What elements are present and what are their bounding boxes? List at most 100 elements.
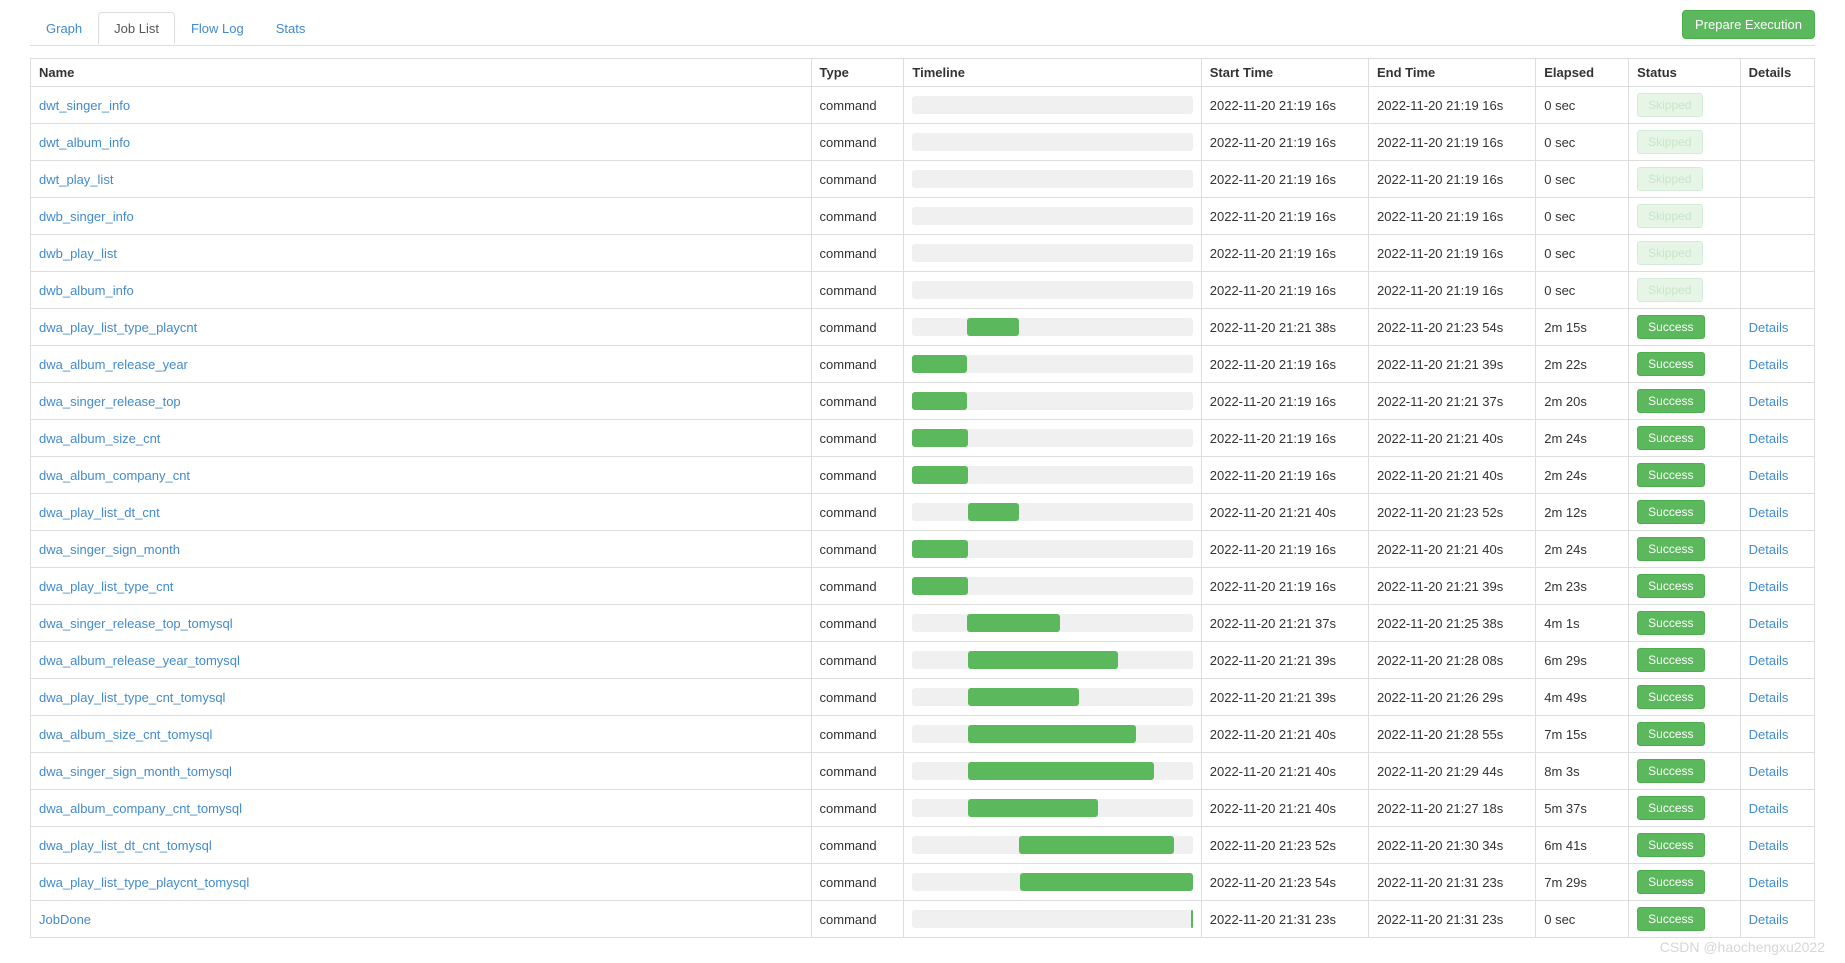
status-badge: Success xyxy=(1637,315,1704,339)
job-type: command xyxy=(811,420,904,457)
details-link[interactable]: Details xyxy=(1749,912,1789,927)
job-status-cell: Skipped xyxy=(1629,235,1740,272)
job-name-link[interactable]: dwa_singer_sign_month_tomysql xyxy=(39,764,232,779)
job-type: command xyxy=(811,716,904,753)
job-start-time: 2022-11-20 21:23 54s xyxy=(1201,864,1368,901)
table-row: dwa_play_list_type_cnt_tomysqlcommand202… xyxy=(31,679,1815,716)
details-link[interactable]: Details xyxy=(1749,394,1789,409)
job-name-link[interactable]: dwa_singer_sign_month xyxy=(39,542,180,557)
details-link[interactable]: Details xyxy=(1749,764,1789,779)
details-link[interactable]: Details xyxy=(1749,690,1789,705)
prepare-execution-button[interactable]: Prepare Execution xyxy=(1682,10,1815,39)
status-badge: Success xyxy=(1637,722,1704,746)
tab-graph[interactable]: Graph xyxy=(30,12,98,44)
timeline-bar xyxy=(912,96,1192,114)
job-name-link[interactable]: dwt_play_list xyxy=(39,172,113,187)
job-details-cell: Details xyxy=(1740,309,1814,346)
job-name-link[interactable]: dwa_play_list_type_cnt_tomysql xyxy=(39,690,225,705)
job-timeline-cell xyxy=(904,568,1201,605)
job-type: command xyxy=(811,346,904,383)
timeline-bar xyxy=(912,355,1192,373)
job-start-time: 2022-11-20 21:23 52s xyxy=(1201,827,1368,864)
details-link[interactable]: Details xyxy=(1749,579,1789,594)
details-link[interactable]: Details xyxy=(1749,727,1789,742)
job-name-link[interactable]: dwb_play_list xyxy=(39,246,117,261)
header-timeline: Timeline xyxy=(904,59,1201,87)
status-badge: Skipped xyxy=(1637,204,1702,228)
status-badge: Skipped xyxy=(1637,167,1702,191)
timeline-fill xyxy=(912,392,966,410)
job-details-cell: Details xyxy=(1740,901,1814,938)
job-elapsed: 2m 24s xyxy=(1536,420,1629,457)
job-name-link[interactable]: dwa_album_company_cnt xyxy=(39,468,190,483)
details-link[interactable]: Details xyxy=(1749,838,1789,853)
details-link[interactable]: Details xyxy=(1749,505,1789,520)
job-timeline-cell xyxy=(904,716,1201,753)
job-name-link[interactable]: dwa_album_release_year_tomysql xyxy=(39,653,240,668)
job-name-link[interactable]: dwb_album_info xyxy=(39,283,134,298)
details-link[interactable]: Details xyxy=(1749,357,1789,372)
job-type: command xyxy=(811,235,904,272)
details-link[interactable]: Details xyxy=(1749,616,1789,631)
job-name-link[interactable]: dwa_play_list_type_playcnt xyxy=(39,320,197,335)
job-elapsed: 7m 15s xyxy=(1536,716,1629,753)
job-status-cell: Skipped xyxy=(1629,124,1740,161)
job-name-link[interactable]: dwa_album_company_cnt_tomysql xyxy=(39,801,242,816)
job-details-cell: Details xyxy=(1740,531,1814,568)
details-link[interactable]: Details xyxy=(1749,320,1789,335)
job-name-link[interactable]: dwt_album_info xyxy=(39,135,130,150)
details-link[interactable]: Details xyxy=(1749,468,1789,483)
job-type: command xyxy=(811,790,904,827)
job-type: command xyxy=(811,605,904,642)
job-name-link[interactable]: dwt_singer_info xyxy=(39,98,130,113)
details-link[interactable]: Details xyxy=(1749,801,1789,816)
tab-stats[interactable]: Stats xyxy=(260,12,322,44)
job-end-time: 2022-11-20 21:21 40s xyxy=(1369,420,1536,457)
job-details-cell: Details xyxy=(1740,568,1814,605)
job-name-link[interactable]: dwa_singer_release_top xyxy=(39,394,181,409)
tab-job-list[interactable]: Job List xyxy=(98,12,175,44)
timeline-fill xyxy=(968,688,1080,706)
job-name-link[interactable]: dwa_play_list_dt_cnt_tomysql xyxy=(39,838,212,853)
job-start-time: 2022-11-20 21:19 16s xyxy=(1201,161,1368,198)
job-name-link[interactable]: dwa_play_list_type_cnt xyxy=(39,579,173,594)
job-start-time: 2022-11-20 21:21 40s xyxy=(1201,753,1368,790)
job-name-link[interactable]: dwb_singer_info xyxy=(39,209,134,224)
job-details-cell: Details xyxy=(1740,827,1814,864)
header-elapsed: Elapsed xyxy=(1536,59,1629,87)
tab-flow-log[interactable]: Flow Log xyxy=(175,12,260,44)
job-elapsed: 2m 15s xyxy=(1536,309,1629,346)
job-elapsed: 4m 1s xyxy=(1536,605,1629,642)
timeline-bar xyxy=(912,503,1192,521)
job-name-link[interactable]: dwa_play_list_type_playcnt_tomysql xyxy=(39,875,249,890)
job-name-link[interactable]: dwa_album_size_cnt_tomysql xyxy=(39,727,212,742)
job-name-link[interactable]: dwa_album_size_cnt xyxy=(39,431,160,446)
table-row: dwa_play_list_dt_cnt_tomysqlcommand2022-… xyxy=(31,827,1815,864)
job-elapsed: 6m 29s xyxy=(1536,642,1629,679)
job-elapsed: 8m 3s xyxy=(1536,753,1629,790)
job-name-link[interactable]: dwa_play_list_dt_cnt xyxy=(39,505,160,520)
job-end-time: 2022-11-20 21:21 37s xyxy=(1369,383,1536,420)
details-link[interactable]: Details xyxy=(1749,875,1789,890)
details-link[interactable]: Details xyxy=(1749,542,1789,557)
job-details-cell: Details xyxy=(1740,642,1814,679)
job-start-time: 2022-11-20 21:21 38s xyxy=(1201,309,1368,346)
job-status-cell: Success xyxy=(1629,642,1740,679)
timeline-fill xyxy=(1191,910,1192,928)
job-name-link[interactable]: JobDone xyxy=(39,912,91,927)
status-badge: Success xyxy=(1637,907,1704,931)
job-status-cell: Success xyxy=(1629,494,1740,531)
job-elapsed: 0 sec xyxy=(1536,198,1629,235)
job-name-link[interactable]: dwa_singer_release_top_tomysql xyxy=(39,616,233,631)
timeline-fill xyxy=(912,577,967,595)
job-details-cell: Details xyxy=(1740,605,1814,642)
details-link[interactable]: Details xyxy=(1749,653,1789,668)
job-timeline-cell xyxy=(904,827,1201,864)
timeline-bar xyxy=(912,614,1192,632)
job-name-link[interactable]: dwa_album_release_year xyxy=(39,357,188,372)
table-row: dwa_singer_release_top_tomysqlcommand202… xyxy=(31,605,1815,642)
job-timeline-cell xyxy=(904,383,1201,420)
job-start-time: 2022-11-20 21:19 16s xyxy=(1201,383,1368,420)
timeline-fill xyxy=(912,466,968,484)
details-link[interactable]: Details xyxy=(1749,431,1789,446)
